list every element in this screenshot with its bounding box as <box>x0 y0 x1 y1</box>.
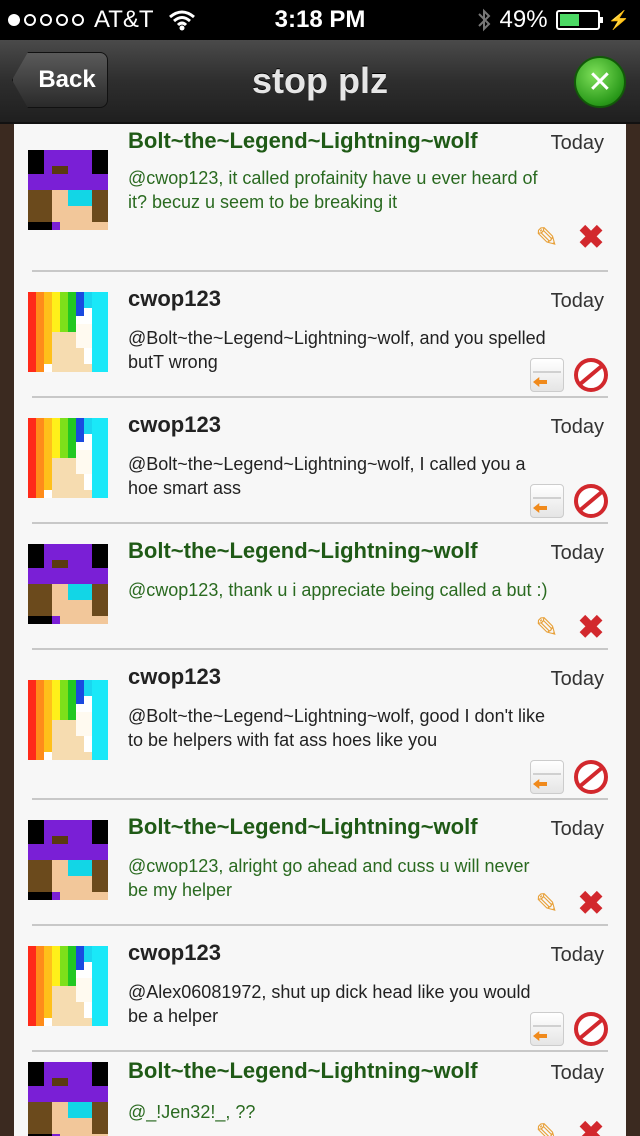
block-icon[interactable] <box>574 484 608 518</box>
reply-envelope-icon[interactable] <box>530 484 564 518</box>
edit-pencil-icon[interactable]: ✎ <box>530 886 564 920</box>
own-avatar[interactable] <box>28 150 108 230</box>
message-author[interactable]: cwop123 <box>128 940 221 966</box>
delete-x-icon[interactable]: ✖ <box>574 609 608 645</box>
status-bar: AT&T 3:18 PM 49% ⚡ <box>0 0 640 40</box>
message-author[interactable]: Bolt~the~Legend~Lightning~wolf <box>128 1058 478 1084</box>
bluetooth-icon <box>477 8 490 32</box>
message-author[interactable]: cwop123 <box>128 286 221 312</box>
message-text: @Bolt~the~Legend~Lightning~wolf, and you… <box>128 328 546 372</box>
delete-x-icon[interactable]: ✖ <box>574 219 608 255</box>
reply-envelope-icon[interactable] <box>530 358 564 392</box>
message-item[interactable]: cwop123 Today @Alex06081972, shut up dick … <box>28 926 608 1052</box>
message-time: Today <box>550 416 604 438</box>
navigation-bar: Back stop plz ✕ <box>0 40 640 124</box>
edit-pencil-icon[interactable]: ✎ <box>530 1116 564 1136</box>
user-avatar[interactable] <box>28 946 108 1026</box>
message-list: Bolt~the~Legend~Lightning~wolf Today @cwop… <box>14 124 626 1136</box>
settings-button[interactable]: ✕ <box>574 56 626 108</box>
charging-icon: ⚡ <box>607 9 630 30</box>
message-text: @cwop123, thank u i appreciate being cal… <box>128 580 548 600</box>
user-avatar[interactable] <box>28 292 108 372</box>
block-icon[interactable] <box>574 1012 608 1046</box>
message-item[interactable]: Bolt~the~Legend~Lightning~wolf Today @cwop… <box>28 524 608 650</box>
delete-x-icon[interactable]: ✖ <box>574 885 608 921</box>
message-item[interactable]: cwop123 Today @Bolt~the~Legend~Lightning~w… <box>28 398 608 524</box>
message-author[interactable]: Bolt~the~Legend~Lightning~wolf <box>128 814 478 840</box>
message-time: Today <box>550 944 604 966</box>
battery-icon <box>555 10 603 30</box>
message-list-panel[interactable]: Bolt~the~Legend~Lightning~wolf Today @cwop… <box>14 124 626 1136</box>
message-item[interactable]: Bolt~the~Legend~Lightning~wolf Today @_!Je… <box>28 1052 608 1136</box>
message-time: Today <box>550 818 604 840</box>
wrench-screwdriver-icon: ✕ <box>587 65 613 99</box>
reply-envelope-icon[interactable] <box>530 1012 564 1046</box>
message-item[interactable]: cwop123 Today @Bolt~the~Legend~Lightning~w… <box>28 650 608 800</box>
own-avatar[interactable] <box>28 1062 108 1136</box>
message-time: Today <box>550 132 604 154</box>
edit-pencil-icon[interactable]: ✎ <box>530 220 564 254</box>
message-text: @cwop123, alright go ahead and cuss u wi… <box>128 856 530 900</box>
delete-x-icon[interactable]: ✖ <box>574 1115 608 1136</box>
message-text: @_!Jen32!_, ?? <box>128 1102 256 1122</box>
page-title: stop plz <box>252 60 388 101</box>
block-icon[interactable] <box>574 760 608 794</box>
status-right: 49% ⚡ <box>476 6 630 34</box>
own-avatar[interactable] <box>28 820 108 900</box>
message-time: Today <box>550 542 604 564</box>
edit-pencil-icon[interactable]: ✎ <box>530 610 564 644</box>
message-item[interactable]: cwop123 Today @Bolt~the~Legend~Lightning~w… <box>28 272 608 398</box>
message-text: @Alex06081972, shut up dick head like yo… <box>128 982 531 1026</box>
message-author[interactable]: cwop123 <box>128 664 221 690</box>
message-text: @Bolt~the~Legend~Lightning~wolf, good I … <box>128 706 546 750</box>
message-time: Today <box>550 668 604 690</box>
message-text: @cwop123, it called profainity have u ev… <box>128 168 538 212</box>
message-time: Today <box>550 290 604 312</box>
message-text: @Bolt~the~Legend~Lightning~wolf, I calle… <box>128 454 526 498</box>
message-item[interactable]: Bolt~the~Legend~Lightning~wolf Today @cwop… <box>28 124 608 272</box>
block-icon[interactable] <box>574 358 608 392</box>
battery-percent: 49% <box>499 6 548 33</box>
user-avatar[interactable] <box>28 418 108 498</box>
user-avatar[interactable] <box>28 680 108 760</box>
reply-envelope-icon[interactable] <box>530 760 564 794</box>
message-item[interactable]: Bolt~the~Legend~Lightning~wolf Today @cwop… <box>28 800 608 926</box>
message-time: Today <box>550 1062 604 1084</box>
message-author[interactable]: Bolt~the~Legend~Lightning~wolf <box>128 128 478 154</box>
message-author[interactable]: Bolt~the~Legend~Lightning~wolf <box>128 538 478 564</box>
message-author[interactable]: cwop123 <box>128 412 221 438</box>
own-avatar[interactable] <box>28 544 108 624</box>
